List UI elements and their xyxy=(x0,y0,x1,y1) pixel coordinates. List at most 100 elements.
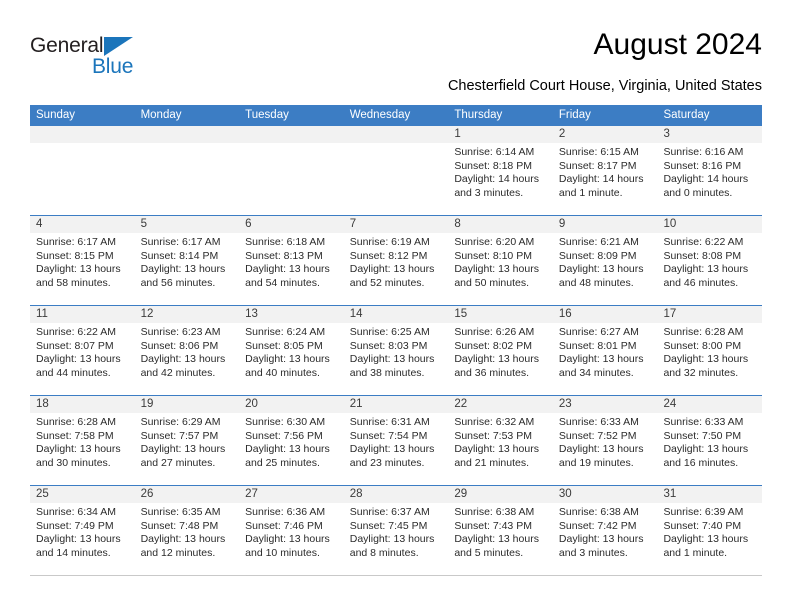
calendar-day-cell[interactable]: 31 Sunrise: 6:39 AM Sunset: 7:40 PM Dayligh… xyxy=(657,486,763,575)
brand-name-dark: General xyxy=(30,34,104,57)
calendar-day-cell[interactable]: 20 Sunrise: 6:30 AM Sunset: 7:56 PM Dayligh… xyxy=(239,396,344,485)
calendar-day-cell[interactable]: 18 Sunrise: 6:28 AM Sunset: 7:58 PM Dayligh… xyxy=(30,396,135,485)
day-number: 14 xyxy=(343,306,449,323)
sunset-time: Sunset: 8:07 PM xyxy=(36,339,114,352)
daylight-duration-line2: and 19 minutes. xyxy=(558,456,634,469)
daylight-duration-line1: Daylight: 14 hours xyxy=(558,173,644,186)
day-details: Sunrise: 6:17 AM Sunset: 8:14 PM Daylight:… xyxy=(135,233,240,290)
calendar-day-cell-empty xyxy=(343,126,449,215)
day-details: Sunrise: 6:25 AM Sunset: 8:03 PM Daylight:… xyxy=(344,323,449,380)
sunset-time: Sunset: 8:12 PM xyxy=(349,249,428,262)
daylight-duration-line2: and 44 minutes. xyxy=(36,366,111,379)
sunrise-time: Sunrise: 6:27 AM xyxy=(558,326,639,338)
sunrise-time: Sunrise: 6:33 AM xyxy=(663,416,744,428)
weekday-header-tuesday: Tuesday xyxy=(245,109,289,121)
calendar-day-cell[interactable]: 8 Sunrise: 6:20 AM Sunset: 8:10 PM Daylight… xyxy=(448,216,553,305)
sunset-time: Sunset: 8:01 PM xyxy=(558,339,637,352)
calendar-day-cell[interactable]: 14 Sunrise: 6:25 AM Sunset: 8:03 PM Dayligh… xyxy=(343,306,449,395)
calendar-day-cell[interactable]: 22 Sunrise: 6:32 AM Sunset: 7:53 PM Dayligh… xyxy=(448,396,553,485)
day-details: Sunrise: 6:22 AM Sunset: 8:08 PM Daylight:… xyxy=(657,233,762,290)
calendar-day-cell[interactable]: 15 Sunrise: 6:26 AM Sunset: 8:02 PM Dayligh… xyxy=(448,306,553,395)
daylight-duration-line2: and 38 minutes. xyxy=(349,366,425,379)
sunrise-time: Sunrise: 6:30 AM xyxy=(245,416,326,428)
calendar-day-cell[interactable]: 24 Sunrise: 6:33 AM Sunset: 7:50 PM Dayligh… xyxy=(657,396,763,485)
day-details: Sunrise: 6:20 AM Sunset: 8:10 PM Daylight:… xyxy=(448,233,553,290)
day-details: Sunrise: 6:37 AM Sunset: 7:45 PM Daylight:… xyxy=(344,503,449,560)
brand-logo[interactable]: General Blue xyxy=(30,34,270,86)
daylight-duration-line1: Daylight: 13 hours xyxy=(454,443,539,456)
calendar-day-cell[interactable]: 26 Sunrise: 6:35 AM Sunset: 7:48 PM Dayligh… xyxy=(134,486,240,575)
calendar-day-cell[interactable]: 30 Sunrise: 6:38 AM Sunset: 7:42 PM Dayligh… xyxy=(552,486,658,575)
day-details: Sunrise: 6:39 AM Sunset: 7:40 PM Daylight:… xyxy=(657,503,762,560)
calendar-day-cell[interactable]: 27 Sunrise: 6:36 AM Sunset: 7:46 PM Dayligh… xyxy=(239,486,344,575)
calendar-day-cell[interactable]: 9 Sunrise: 6:21 AM Sunset: 8:09 PM Daylight… xyxy=(552,216,658,305)
sunset-time: Sunset: 8:18 PM xyxy=(454,159,532,172)
daylight-duration-line1: Daylight: 13 hours xyxy=(245,263,330,276)
calendar-day-cell[interactable]: 11 Sunrise: 6:22 AM Sunset: 8:07 PM Dayligh… xyxy=(30,306,135,395)
day-details: Sunrise: 6:22 AM Sunset: 8:07 PM Daylight:… xyxy=(30,323,135,380)
sunset-time: Sunset: 8:08 PM xyxy=(663,249,742,262)
calendar-day-cell[interactable]: 1 Sunrise: 6:14 AM Sunset: 8:18 PM Daylight… xyxy=(448,126,553,215)
daylight-duration-line1: Daylight: 13 hours xyxy=(558,353,644,366)
day-details: Sunrise: 6:26 AM Sunset: 8:02 PM Daylight:… xyxy=(448,323,553,380)
calendar-day-cell[interactable]: 13 Sunrise: 6:24 AM Sunset: 8:05 PM Dayligh… xyxy=(239,306,344,395)
daylight-duration-line2: and 30 minutes. xyxy=(36,456,111,469)
calendar-day-cell[interactable]: 29 Sunrise: 6:38 AM Sunset: 7:43 PM Dayligh… xyxy=(448,486,553,575)
sunrise-time: Sunrise: 6:36 AM xyxy=(245,506,326,518)
day-number: 17 xyxy=(657,306,763,323)
calendar-weeks: 1 Sunrise: 6:14 AM Sunset: 8:18 PM Daylight… xyxy=(30,125,763,576)
calendar-day-cell[interactable]: 19 Sunrise: 6:29 AM Sunset: 7:57 PM Dayligh… xyxy=(134,396,240,485)
day-number xyxy=(239,126,344,143)
day-number: 31 xyxy=(657,486,763,503)
sunrise-time: Sunrise: 6:22 AM xyxy=(36,326,116,338)
sunset-time: Sunset: 7:40 PM xyxy=(663,519,742,532)
sunrise-time: Sunrise: 6:38 AM xyxy=(454,506,535,518)
calendar-day-cell[interactable]: 25 Sunrise: 6:34 AM Sunset: 7:49 PM Dayligh… xyxy=(30,486,135,575)
daylight-duration-line2: and 21 minutes. xyxy=(454,456,530,469)
day-number: 9 xyxy=(552,216,658,233)
day-details: Sunrise: 6:21 AM Sunset: 8:09 PM Daylight:… xyxy=(553,233,658,290)
calendar-week-row: 25 Sunrise: 6:34 AM Sunset: 7:49 PM Dayligh… xyxy=(30,485,763,576)
calendar-day-cell[interactable]: 10 Sunrise: 6:22 AM Sunset: 8:08 PM Dayligh… xyxy=(657,216,763,305)
page-subtitle: Chesterfield Court House, Virginia, Unit… xyxy=(447,78,762,94)
day-number: 21 xyxy=(343,396,449,413)
sunset-time: Sunset: 8:00 PM xyxy=(663,339,742,352)
daylight-duration-line1: Daylight: 13 hours xyxy=(558,443,644,456)
calendar-day-cell[interactable]: 5 Sunrise: 6:17 AM Sunset: 8:14 PM Daylight… xyxy=(134,216,240,305)
day-number: 4 xyxy=(30,216,135,233)
day-number: 26 xyxy=(134,486,240,503)
daylight-duration-line2: and 5 minutes. xyxy=(454,546,524,559)
weekday-header-monday: Monday xyxy=(140,109,182,121)
calendar-day-cell[interactable]: 17 Sunrise: 6:28 AM Sunset: 8:00 PM Dayligh… xyxy=(657,306,763,395)
weekday-header-row: Sunday Monday Tuesday Wednesday Thursday… xyxy=(30,105,762,125)
calendar-day-cell[interactable]: 6 Sunrise: 6:18 AM Sunset: 8:13 PM Daylight… xyxy=(239,216,344,305)
sunrise-time: Sunrise: 6:34 AM xyxy=(36,506,116,518)
calendar-day-cell[interactable]: 3 Sunrise: 6:16 AM Sunset: 8:16 PM Daylight… xyxy=(657,126,763,215)
sunset-time: Sunset: 7:42 PM xyxy=(558,519,637,532)
calendar-day-cell[interactable]: 23 Sunrise: 6:33 AM Sunset: 7:52 PM Dayligh… xyxy=(552,396,658,485)
day-details: Sunrise: 6:16 AM Sunset: 8:16 PM Daylight:… xyxy=(657,143,762,200)
calendar-day-cell[interactable]: 4 Sunrise: 6:17 AM Sunset: 8:15 PM Daylight… xyxy=(30,216,135,305)
calendar-day-cell[interactable]: 12 Sunrise: 6:23 AM Sunset: 8:06 PM Dayligh… xyxy=(134,306,240,395)
calendar-day-cell[interactable]: 7 Sunrise: 6:19 AM Sunset: 8:12 PM Daylight… xyxy=(343,216,449,305)
daylight-duration-line1: Daylight: 13 hours xyxy=(36,263,121,276)
daylight-duration-line2: and 34 minutes. xyxy=(558,366,634,379)
sunrise-time: Sunrise: 6:33 AM xyxy=(558,416,639,428)
calendar-day-cell[interactable]: 2 Sunrise: 6:15 AM Sunset: 8:17 PM Daylight… xyxy=(552,126,658,215)
day-number: 22 xyxy=(448,396,553,413)
daylight-duration-line1: Daylight: 13 hours xyxy=(663,353,749,366)
sunset-time: Sunset: 7:58 PM xyxy=(36,429,114,442)
daylight-duration-line1: Daylight: 13 hours xyxy=(245,443,330,456)
daylight-duration-line2: and 54 minutes. xyxy=(245,276,320,289)
sunrise-time: Sunrise: 6:18 AM xyxy=(245,236,326,248)
calendar-day-cell[interactable]: 28 Sunrise: 6:37 AM Sunset: 7:45 PM Dayligh… xyxy=(343,486,449,575)
calendar-day-cell[interactable]: 21 Sunrise: 6:31 AM Sunset: 7:54 PM Dayligh… xyxy=(343,396,449,485)
weekday-header-sunday: Sunday xyxy=(36,109,76,121)
daylight-duration-line1: Daylight: 13 hours xyxy=(663,443,749,456)
day-details: Sunrise: 6:34 AM Sunset: 7:49 PM Daylight:… xyxy=(30,503,135,560)
day-number: 10 xyxy=(657,216,763,233)
daylight-duration-line1: Daylight: 13 hours xyxy=(558,533,644,546)
day-details: Sunrise: 6:28 AM Sunset: 7:58 PM Daylight:… xyxy=(30,413,135,470)
sunset-time: Sunset: 7:53 PM xyxy=(454,429,532,442)
calendar-day-cell[interactable]: 16 Sunrise: 6:27 AM Sunset: 8:01 PM Dayligh… xyxy=(552,306,658,395)
